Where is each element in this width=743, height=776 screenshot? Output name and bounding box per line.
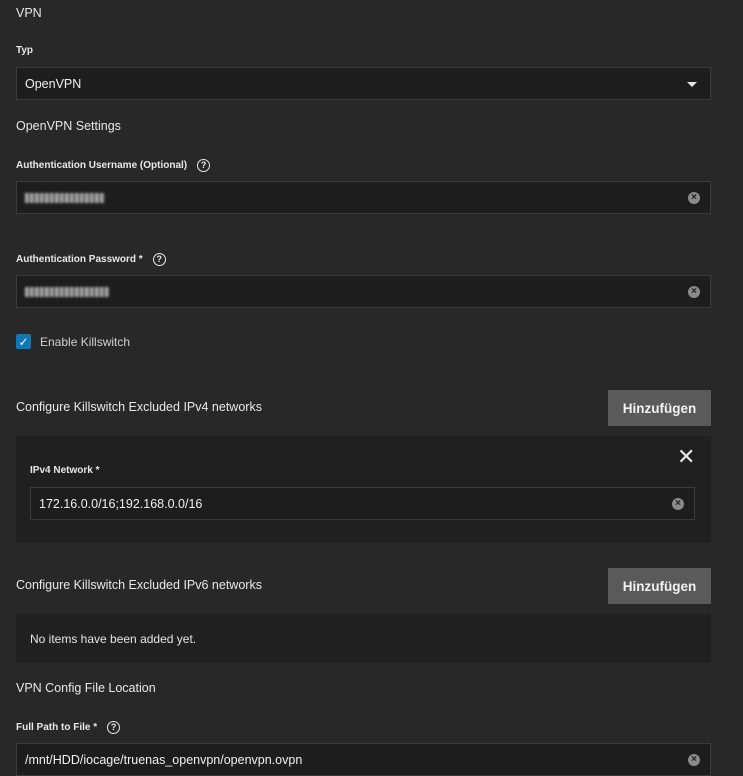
password-label-row: Authentication Password * ?	[16, 251, 166, 267]
add-ipv4-button[interactable]: Hinzufügen	[608, 390, 711, 426]
clear-icon[interactable]: ×	[688, 191, 700, 204]
enable-killswitch-row[interactable]: ✓ Enable Killswitch	[16, 334, 130, 349]
ipv6-section-title: Configure Killswitch Excluded IPv6 netwo…	[16, 578, 262, 592]
killswitch-checkbox[interactable]: ✓	[16, 334, 31, 349]
config-path-input[interactable]: /mnt/HDD/iocage/truenas_openvpn/openvpn.…	[16, 743, 711, 776]
type-label: Typ	[16, 45, 34, 56]
close-icon[interactable]: ✕	[677, 446, 695, 468]
openvpn-settings-title: OpenVPN Settings	[16, 119, 121, 133]
config-path-value: /mnt/HDD/iocage/truenas_openvpn/openvpn.…	[25, 752, 303, 767]
vpn-section-title: VPN	[16, 6, 42, 20]
enable-killswitch-label: Enable Killswitch	[40, 334, 131, 349]
ipv6-network-panel: No items have been added yet.	[16, 614, 711, 663]
username-input[interactable]: ×	[16, 181, 711, 214]
path-label-row: Full Path to File * ?	[16, 719, 121, 735]
ipv4-network-label: IPv4 Network *	[30, 465, 100, 476]
ipv4-network-input[interactable]: 172.16.0.0/16;192.168.0.0/16 ×	[30, 487, 695, 520]
password-input[interactable]: ×	[16, 275, 711, 308]
help-circle-icon[interactable]: ?	[197, 158, 211, 172]
path-label: Full Path to File *	[16, 721, 98, 733]
username-label-row: Authentication Username (Optional) ?	[16, 157, 211, 173]
empty-message: No items have been added yet.	[30, 631, 197, 646]
redacted-username	[25, 192, 105, 203]
redacted-password	[25, 286, 109, 297]
add-ipv6-button[interactable]: Hinzufügen	[608, 568, 711, 604]
username-label: Authentication Username (Optional)	[16, 159, 188, 171]
config-file-section-title: VPN Config File Location	[16, 681, 156, 695]
chevron-down-icon	[687, 82, 697, 87]
clear-icon[interactable]: ×	[688, 285, 700, 298]
help-circle-icon[interactable]: ?	[107, 720, 121, 734]
ipv4-network-value: 172.16.0.0/16;192.168.0.0/16	[39, 496, 203, 511]
clear-icon[interactable]: ×	[672, 497, 684, 510]
type-select[interactable]: OpenVPN	[16, 67, 711, 100]
type-select-value: OpenVPN	[25, 76, 82, 91]
help-circle-icon[interactable]: ?	[152, 252, 166, 266]
password-label: Authentication Password *	[16, 253, 143, 265]
ipv4-network-panel: IPv4 Network * ✕ 172.16.0.0/16;192.168.0…	[16, 436, 711, 543]
clear-icon[interactable]: ×	[688, 753, 700, 766]
ipv4-section-title: Configure Killswitch Excluded IPv4 netwo…	[16, 400, 262, 414]
